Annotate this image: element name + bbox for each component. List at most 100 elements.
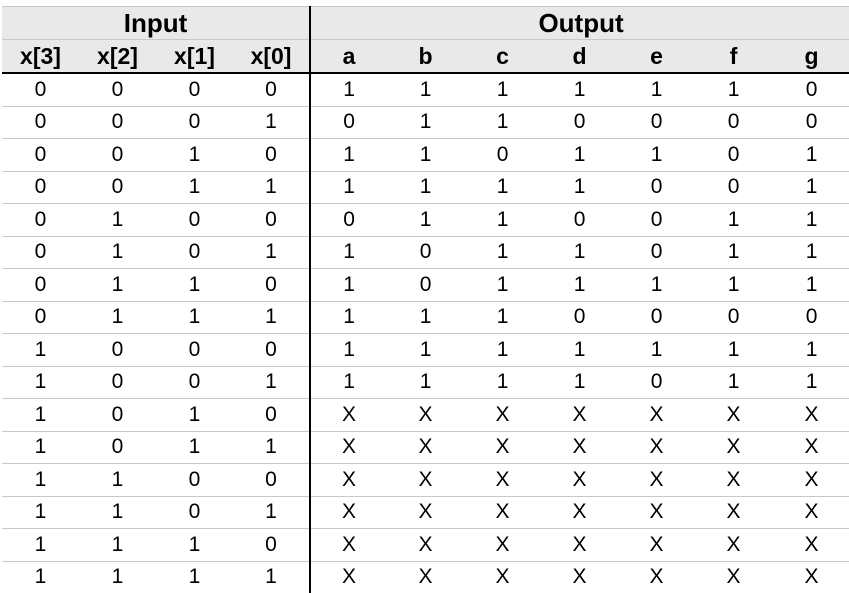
table-cell: 1 (772, 366, 849, 399)
table-cell: 0 (233, 333, 311, 367)
table-cell: 1 (387, 366, 465, 399)
table-cell: X (695, 431, 773, 464)
table-cell: 0 (695, 301, 773, 334)
table-cell: 1 (233, 171, 311, 204)
table-cell: X (309, 496, 388, 529)
table-row: 10011111011 (2, 366, 849, 399)
table-cell: 0 (156, 496, 233, 529)
table-cell: X (695, 398, 773, 432)
table-cell: X (772, 398, 849, 432)
table-cell: X (772, 496, 849, 529)
table-cell: 1 (233, 496, 311, 529)
table-cell: 1 (156, 528, 233, 562)
table-cell: 1 (464, 171, 542, 204)
table-cell: 0 (541, 106, 619, 139)
table-cell: 1 (387, 73, 465, 107)
table-cell: 1 (309, 268, 388, 302)
table-cell: 1 (618, 138, 696, 172)
table-cell: 1 (79, 301, 156, 334)
table-cell: 1 (541, 171, 619, 204)
table-cell: X (387, 398, 465, 432)
table-cell: X (387, 496, 465, 529)
column-header-x1: x[1] (156, 39, 233, 74)
table-cell: 0 (79, 333, 156, 367)
table-cell: 1 (772, 236, 849, 269)
table-cell: 1 (772, 171, 849, 204)
table-cell: 0 (233, 398, 311, 432)
table-cell: 1 (309, 333, 388, 367)
table-cell: X (541, 463, 619, 497)
table-cell: X (309, 398, 388, 432)
table-cell: 0 (2, 73, 79, 107)
table-cell: 0 (618, 366, 696, 399)
table-cell: 1 (2, 496, 79, 529)
table-cell: 1 (156, 138, 233, 172)
table-cell: 1 (34, 565, 47, 589)
table-cell: 1 (772, 268, 849, 302)
table-cell: X (618, 431, 696, 464)
table-cell: 1 (387, 138, 465, 172)
table-cell: X (387, 528, 465, 562)
table-cell: X (309, 463, 388, 497)
table-cell: X (464, 398, 542, 432)
table-cell: 1 (2, 366, 79, 399)
table-cell: 1 (233, 431, 311, 464)
table-cell: 1 (233, 236, 311, 269)
table-cell: 1 (309, 171, 388, 204)
table-cell: 1 (111, 565, 124, 589)
table-cell: 0 (772, 106, 849, 139)
table-row: 00010110000 (2, 106, 849, 139)
table-cell: 1 (2, 333, 79, 367)
table-cell: X (309, 528, 388, 562)
table-cell: 1 (156, 398, 233, 432)
table-cell: 0 (387, 268, 465, 302)
table-cell: 1 (618, 73, 696, 107)
table-cell: 0 (79, 366, 156, 399)
table-cell: 0 (233, 73, 311, 107)
table-cell: X (804, 565, 819, 589)
table-cell: 1 (695, 268, 773, 302)
table-cell: 0 (772, 301, 849, 334)
table-cell: X (495, 565, 510, 589)
column-header-e: e (618, 39, 696, 74)
table-cell: 1 (265, 565, 277, 589)
table-cell: 1 (309, 138, 388, 172)
table-cell: 1 (464, 333, 542, 367)
table-row: 00001111110 (2, 73, 849, 107)
table-cell: 1 (387, 106, 465, 139)
table-cell: X (541, 398, 619, 432)
table-cell: 1 (541, 138, 619, 172)
table-cell: 1 (618, 333, 696, 367)
table-cell: 0 (618, 236, 696, 269)
table-cell: 0 (79, 171, 156, 204)
table-cell: X (464, 431, 542, 464)
table-cell: 0 (618, 171, 696, 204)
table-cell: 1 (79, 236, 156, 269)
table-cell: 0 (79, 106, 156, 139)
table-cell: 1 (464, 301, 542, 334)
table-cell: 1 (387, 301, 465, 334)
table-cell: 0 (695, 138, 773, 172)
table-cell: X (464, 496, 542, 529)
table-cell: 1 (464, 268, 542, 302)
table-cell: 1 (309, 301, 388, 334)
table-cell: X (695, 463, 773, 497)
table-cell: 0 (79, 73, 156, 107)
table-cell: 0 (233, 268, 311, 302)
column-header-row: x[3] x[2] x[1] x[0] a b c d e f g (2, 39, 849, 74)
table-cell: X (695, 528, 773, 562)
table-cell: 0 (541, 203, 619, 237)
table-cell: 1 (541, 333, 619, 367)
table-cell: 1 (695, 366, 773, 399)
table-cell: 1 (695, 333, 773, 367)
table-cell: 0 (2, 268, 79, 302)
table-cell: 0 (464, 138, 542, 172)
table-cell: 0 (2, 236, 79, 269)
column-header-g: g (772, 39, 849, 74)
table-cell: 1 (541, 73, 619, 107)
table-cell: 0 (156, 236, 233, 269)
table-cell: 1 (464, 366, 542, 399)
table-cell: 1 (233, 106, 311, 139)
table-cell: 1 (618, 268, 696, 302)
table-cell: 0 (79, 431, 156, 464)
